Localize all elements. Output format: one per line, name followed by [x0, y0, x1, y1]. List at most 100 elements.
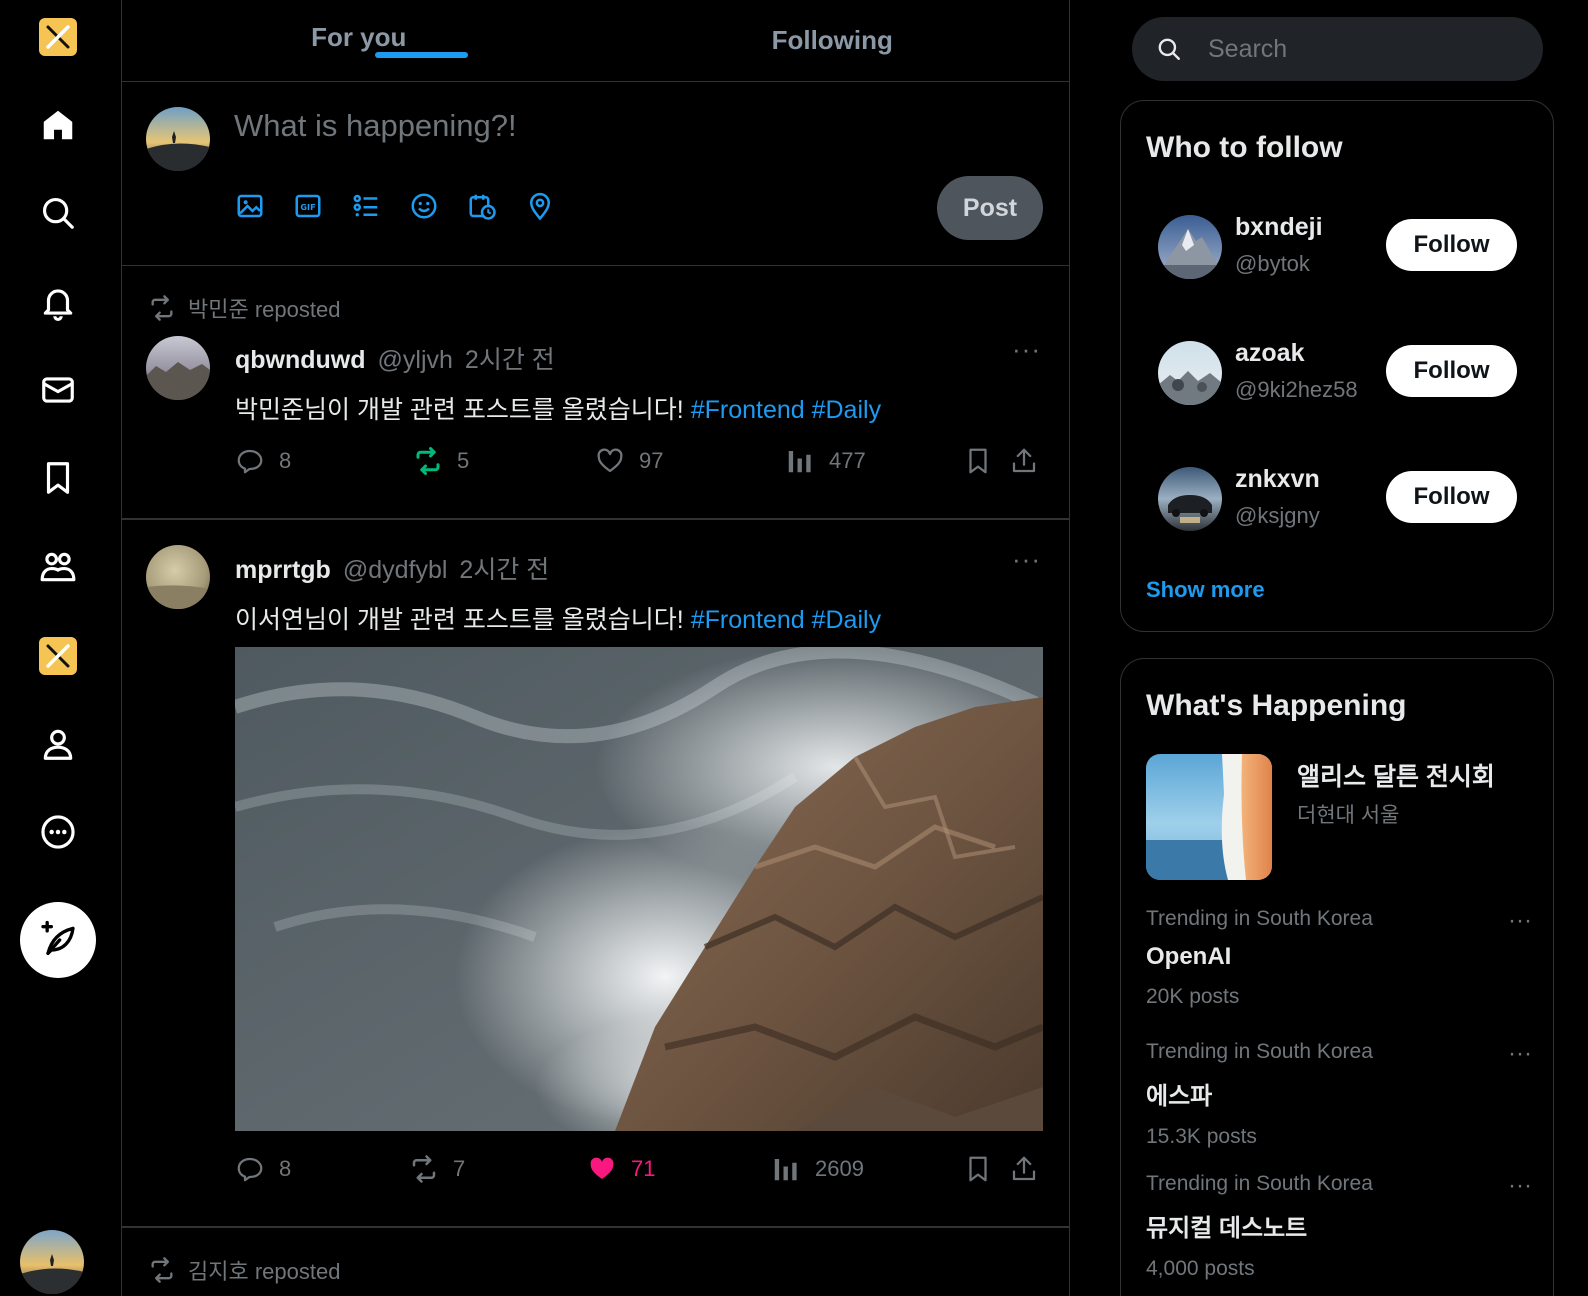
follow-button[interactable]: Follow	[1386, 345, 1517, 397]
post-card[interactable]: 박민준 reposted qbwnduwd @yljvh 2시간 전 ··· 박…	[122, 266, 1069, 520]
trend-name: 에스파	[1146, 1083, 1213, 1110]
views-button[interactable]: 477	[785, 446, 866, 476]
event-subtitle: 더현대 서울	[1297, 804, 1400, 827]
suggestion-handle[interactable]: @bytok	[1235, 251, 1310, 277]
show-more-link[interactable]: Show more	[1146, 577, 1265, 603]
timeline-tabs: For you Following	[122, 0, 1069, 82]
suggestion-handle[interactable]: @ksjgny	[1235, 503, 1320, 529]
bookmark-button[interactable]	[963, 446, 993, 476]
post-author-handle[interactable]: @yljvh	[378, 346, 453, 375]
suggestion-name[interactable]: bxndeji	[1235, 213, 1323, 242]
post-body: 이서연님이 개발 관련 포스트를 올렸습니다!	[235, 606, 691, 634]
repost-button[interactable]: 5	[413, 446, 469, 476]
suggestion-name[interactable]: znkxvn	[1235, 465, 1320, 494]
tab-following-label: Following	[771, 25, 893, 55]
mail-icon	[42, 377, 74, 403]
more-options-icon[interactable]: ···	[1012, 334, 1041, 365]
share-icon	[1012, 448, 1036, 473]
nav-more[interactable]	[22, 796, 94, 868]
follow-suggestion[interactable]: bxndeji @bytok Follow	[1158, 213, 1518, 285]
heart-icon	[597, 448, 623, 473]
post-author-name[interactable]: mprrtgb	[235, 556, 331, 585]
emoji-icon[interactable]	[408, 190, 440, 222]
share-button[interactable]	[1009, 446, 1039, 476]
nav-communities[interactable]	[22, 531, 94, 603]
image-icon[interactable]	[234, 190, 266, 222]
event-thumbnail[interactable]	[1146, 754, 1272, 880]
event-title[interactable]: 앨리스 달튼 전시회	[1297, 757, 1495, 793]
trend-item[interactable]: Trending in South Korea 에스파 15.3K posts …	[1146, 1040, 1532, 1149]
trend-count: 15.3K posts	[1146, 1125, 1257, 1148]
account-avatar[interactable]	[20, 1230, 84, 1294]
views-button[interactable]: 2609	[771, 1154, 864, 1184]
repost-by-label: 박민준 reposted	[188, 297, 341, 322]
like-button[interactable]: 71	[587, 1154, 655, 1184]
feather-plus-icon	[41, 920, 75, 955]
reply-icon	[237, 1157, 263, 1182]
post-button[interactable]: Post	[937, 176, 1043, 240]
suggestion-avatar[interactable]	[1158, 215, 1222, 279]
post-author-name[interactable]: qbwnduwd	[235, 346, 366, 375]
view-count: 477	[829, 448, 866, 473]
compose-post-button[interactable]	[20, 902, 96, 978]
tab-following[interactable]: Following	[596, 0, 1070, 81]
repost-icon	[151, 1257, 173, 1283]
post-timestamp[interactable]: 2시간 전	[465, 340, 555, 376]
reply-count: 8	[279, 1156, 292, 1181]
post-card[interactable]: mprrtgb @dydfybl 2시간 전 ··· 이서연님이 개발 관련 포…	[122, 520, 1069, 1228]
suggestion-handle[interactable]: @9ki2hez58	[1235, 377, 1358, 403]
nav-bookmarks[interactable]	[22, 442, 94, 514]
nav-notifications[interactable]	[22, 266, 94, 338]
tab-for-you[interactable]: For you	[122, 0, 596, 81]
views-chart-icon	[774, 1159, 797, 1181]
more-options-icon[interactable]: ···	[1012, 544, 1041, 575]
poll-icon[interactable]	[350, 190, 382, 222]
more-options-icon[interactable]: ···	[1508, 1172, 1532, 1200]
suggestion-avatar[interactable]	[1158, 467, 1222, 531]
follow-suggestion[interactable]: azoak @9ki2hez58 Follow	[1158, 339, 1518, 411]
trend-item[interactable]: Trending in South Korea 뮤지컬 데스노트 4,000 p…	[1146, 1172, 1532, 1281]
composer-input[interactable]	[234, 108, 994, 144]
post-hashtags[interactable]: #Frontend #Daily	[691, 396, 881, 424]
nav-home[interactable]	[22, 89, 94, 161]
suggestion-name[interactable]: azoak	[1235, 339, 1304, 368]
like-button[interactable]: 97	[595, 446, 663, 476]
gif-icon[interactable]: GIF	[292, 190, 324, 222]
repost-button[interactable]: 7	[409, 1154, 465, 1184]
search-icon	[1158, 38, 1180, 60]
post-avatar[interactable]	[146, 545, 210, 609]
who-to-follow-card: Who to follow bxndeji @bytok Follow azoa…	[1120, 100, 1554, 632]
reply-button[interactable]: 8	[235, 1154, 291, 1184]
search-input[interactable]	[1208, 31, 1518, 67]
bookmark-button[interactable]	[963, 1154, 993, 1184]
suggestion-avatar[interactable]	[1158, 341, 1222, 405]
follow-suggestion[interactable]: znkxvn @ksjgny Follow	[1158, 465, 1518, 537]
post-hashtags[interactable]: #Frontend #Daily	[691, 606, 881, 634]
more-options-icon[interactable]: ···	[1508, 907, 1532, 935]
reply-button[interactable]: 8	[235, 446, 291, 476]
follow-button[interactable]: Follow	[1386, 219, 1517, 271]
bookmark-icon	[969, 1156, 987, 1182]
search-bar[interactable]	[1132, 17, 1543, 81]
post-author-handle[interactable]: @dydfybl	[343, 556, 448, 585]
schedule-icon[interactable]	[466, 190, 498, 222]
nav-messages[interactable]	[22, 354, 94, 426]
trend-item[interactable]: Trending in South Korea OpenAI 20K posts…	[1146, 907, 1532, 1009]
composer-avatar[interactable]	[146, 107, 210, 171]
share-icon	[1012, 1156, 1036, 1181]
post-avatar[interactable]	[146, 336, 210, 400]
share-button[interactable]	[1009, 1154, 1039, 1184]
bell-icon	[43, 289, 73, 321]
nav-profile[interactable]	[22, 708, 94, 780]
post-card[interactable]: 김지호 reposted	[122, 1228, 1069, 1296]
nav-explore[interactable]	[22, 177, 94, 249]
location-icon[interactable]	[524, 190, 556, 222]
bookmark-icon	[46, 462, 70, 494]
trend-count: 20K posts	[1146, 985, 1240, 1008]
logo-button[interactable]	[22, 1, 94, 73]
post-media-image[interactable]	[235, 647, 1043, 1131]
nav-premium[interactable]	[22, 620, 94, 692]
follow-button[interactable]: Follow	[1386, 471, 1517, 523]
post-timestamp[interactable]: 2시간 전	[459, 550, 549, 586]
more-options-icon[interactable]: ···	[1508, 1040, 1532, 1068]
